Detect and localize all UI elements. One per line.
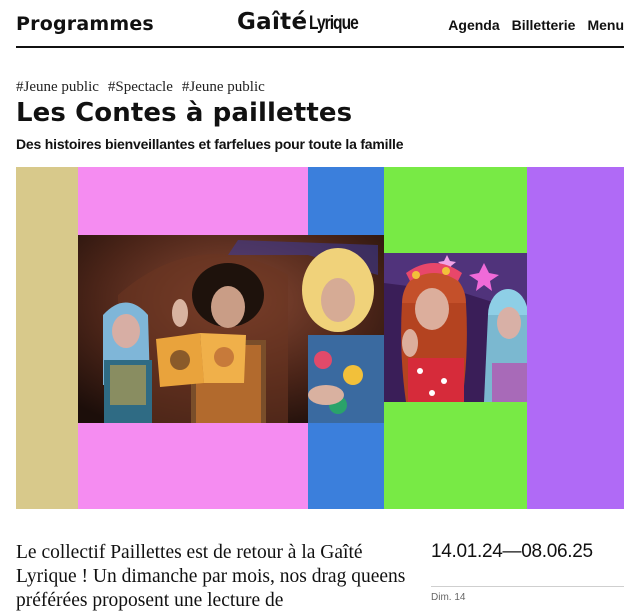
event-date-range: 14.01.24—08.06.25 — [431, 541, 593, 562]
event-title: Les Contes à paillettes — [16, 98, 353, 128]
event-description: Le collectif Paillettes est de retour à … — [16, 542, 406, 611]
tan-color-block — [16, 167, 78, 509]
date-list-divider — [431, 586, 624, 587]
photo-drag-queen-waving — [384, 253, 527, 402]
tag-list: #Jeune public #Spectacle #Jeune public — [16, 79, 265, 96]
hero-artwork — [16, 167, 624, 509]
nav-billetterie-link[interactable]: Billetterie — [512, 17, 576, 33]
logo-main-text: Gaîté — [237, 9, 308, 35]
next-date-item[interactable]: Dim. 14 — [431, 592, 465, 603]
nav-menu-button[interactable]: Menu — [587, 17, 624, 33]
nav-programmes-link[interactable]: Programmes — [16, 13, 154, 35]
photo-drag-queens-reading — [78, 235, 384, 423]
tag-spectacle[interactable]: #Spectacle — [108, 79, 173, 96]
event-subtitle: Des histoires bienveillantes et farfelue… — [16, 136, 404, 152]
gaite-lyrique-logo[interactable]: Gaîté Lyrique — [237, 9, 369, 35]
nav-agenda-link[interactable]: Agenda — [448, 17, 499, 33]
site-header: Programmes Gaîté Lyrique Agenda Billetter… — [16, 0, 624, 48]
tag-jeune-public[interactable]: #Jeune public — [16, 79, 99, 96]
purple-color-block — [527, 167, 624, 509]
logo-sub-text: Lyrique — [309, 13, 359, 34]
tag-jeune-public-2[interactable]: #Jeune public — [182, 79, 265, 96]
main-nav: Agenda Billetterie Menu — [448, 17, 624, 33]
